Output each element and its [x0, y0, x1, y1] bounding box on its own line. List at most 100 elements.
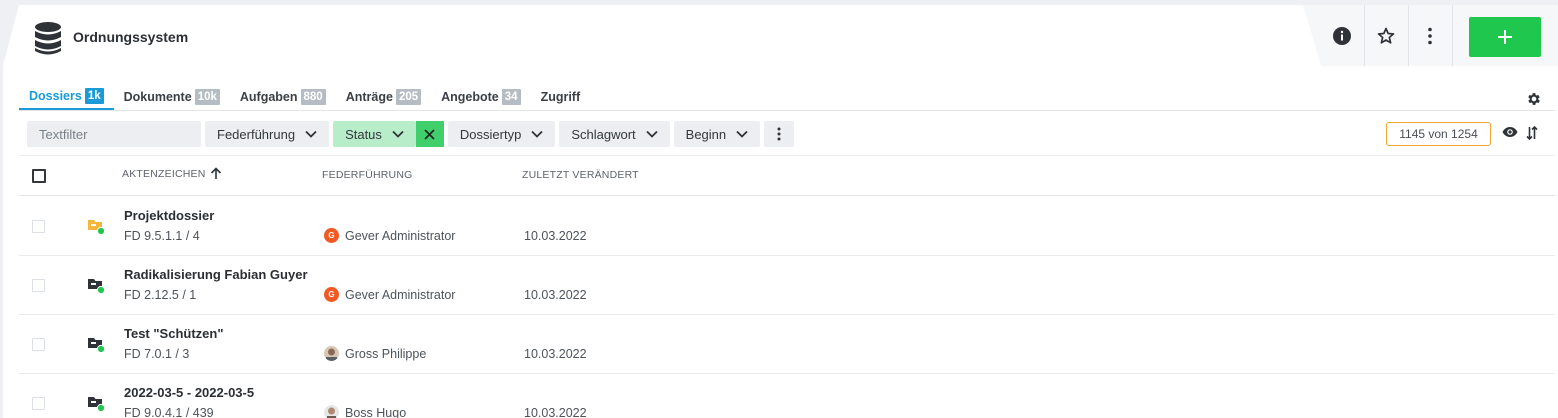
divider [1364, 5, 1365, 66]
reference-number: FD 7.0.1 / 3 [124, 347, 190, 361]
tab-label: Anträge [345, 89, 393, 104]
filter-status[interactable]: Status [333, 121, 416, 147]
column-header-federfuehrung[interactable]: FEDERFÜHRUNG [322, 169, 412, 181]
add-button[interactable] [1469, 17, 1541, 57]
filter-label: Beginn [685, 126, 727, 142]
table-row[interactable]: Projektdossier FD 9.5.1.1 / 4 G Gever Ad… [19, 197, 1555, 256]
star-icon [1377, 27, 1395, 44]
responsible-user: Gross Philippe [324, 346, 426, 361]
modified-date: 10.03.2022 [524, 406, 587, 418]
modified-date: 10.03.2022 [524, 347, 587, 361]
dossier-folder-icon [88, 220, 105, 235]
dossier-folder-icon [88, 397, 105, 412]
user-name: Gever Administrator [345, 228, 456, 243]
table-row[interactable]: 2022-03-5 - 2022-03-5 FD 9.0.4.1 / 439 B… [19, 374, 1555, 418]
row-checkbox[interactable] [32, 338, 45, 351]
divider [1408, 5, 1409, 66]
filter-label: Federführung [217, 126, 296, 142]
dossier-folder-icon [88, 279, 105, 294]
tab-count: 34 [501, 88, 521, 105]
column-header-aktenzeichen[interactable]: AKTENZEICHEN [122, 167, 222, 180]
tab-label: Aufgaben [239, 89, 298, 104]
clear-status-filter-button[interactable] [415, 121, 444, 147]
modified-date: 10.03.2022 [524, 229, 587, 243]
column-header-zuletzt-veraendert[interactable]: ZULETZT VERÄNDERT [522, 169, 639, 181]
chevron-down-icon [531, 130, 543, 138]
tab-count: 1k [84, 87, 104, 104]
dossier-folder-icon [88, 338, 105, 353]
user-name: Boss Hugo [345, 405, 407, 418]
chevron-down-icon [736, 130, 748, 138]
reference-number: FD 9.5.1.1 / 4 [124, 229, 200, 243]
dossier-title-link[interactable]: 2022-03-5 - 2022-03-5 [124, 385, 254, 400]
row-checkbox[interactable] [32, 279, 45, 292]
responsible-user: Boss Hugo [324, 405, 406, 418]
main-panel: Ordnungssystem Dossiers 1k Dokumente 10k… [3, 5, 1558, 418]
avatar: G [324, 287, 339, 302]
filter-federfuehrung[interactable]: Federführung [205, 121, 330, 147]
more-vertical-icon [777, 127, 781, 141]
row-checkbox[interactable] [32, 397, 45, 410]
avatar [324, 346, 339, 361]
database-icon [35, 22, 61, 55]
chevron-down-icon [646, 130, 658, 138]
tab-count: 880 [300, 88, 326, 105]
reference-number: FD 2.12.5 / 1 [124, 288, 197, 302]
filter-label: Schlagwort [571, 126, 636, 142]
table-header: AKTENZEICHEN FEDERFÜHRUNG ZULETZT VERÄND… [19, 156, 1555, 196]
filter-beginn[interactable]: Beginn [673, 121, 761, 147]
filter-schlagwort[interactable]: Schlagwort [559, 121, 670, 147]
tab-label: Dossiers [29, 88, 82, 103]
tab-bar: Dossiers 1k Dokumente 10k Aufgaben 880 Antr… [19, 83, 590, 113]
select-all-checkbox[interactable] [32, 169, 46, 183]
divider [19, 110, 1555, 111]
plus-icon [1498, 30, 1512, 44]
tab-label: Dokumente [123, 89, 192, 104]
sort-icon[interactable] [1526, 126, 1538, 140]
dossier-title-link[interactable]: Projektdossier [124, 208, 214, 223]
divider [1452, 5, 1453, 66]
avatar [324, 405, 339, 418]
gear-icon[interactable] [1526, 91, 1542, 107]
result-count-badge: 1145 von 1254 [1386, 122, 1491, 146]
filter-dossiertyp[interactable]: Dossiertyp [447, 121, 556, 147]
page-title: Ordnungssystem [73, 29, 189, 45]
tab-count: 205 [395, 88, 422, 105]
chevron-down-icon [305, 130, 317, 138]
chevron-down-icon [392, 130, 404, 138]
filter-label: Status [345, 126, 382, 142]
tab-dokumente[interactable]: Dokumente 10k [114, 83, 230, 110]
table-row[interactable]: Test "Schützen" FD 7.0.1 / 3 Gross Phili… [19, 315, 1555, 374]
filter-bar: Federführung Status Dossiertyp Schlagwor… [27, 121, 795, 147]
row-checkbox[interactable] [32, 220, 45, 233]
tab-aufgaben[interactable]: Aufgaben 880 [230, 83, 336, 110]
user-name: Gross Philippe [345, 346, 427, 361]
table-row[interactable]: Radikalisierung Fabian Guyer FD 2.12.5 /… [19, 256, 1555, 315]
avatar: G [324, 228, 339, 243]
responsible-user: G Gever Administrator [324, 228, 455, 243]
dossier-title-link[interactable]: Test "Schützen" [124, 326, 224, 341]
modified-date: 10.03.2022 [524, 288, 587, 302]
reference-number: FD 9.0.4.1 / 439 [124, 406, 214, 418]
more-actions-button[interactable] [1410, 16, 1450, 56]
more-vertical-icon [1428, 27, 1432, 45]
arrow-up-icon [210, 167, 221, 179]
tab-label: Zugriff [540, 89, 581, 104]
tab-count: 10k [194, 88, 220, 105]
eye-icon[interactable] [1502, 126, 1518, 138]
text-filter-input[interactable] [27, 121, 201, 147]
info-icon [1333, 27, 1351, 45]
tab-angebote[interactable]: Angebote 34 [431, 83, 530, 110]
info-button[interactable] [1322, 16, 1362, 56]
dossier-title-link[interactable]: Radikalisierung Fabian Guyer [124, 267, 308, 282]
filter-label: Dossiertyp [459, 126, 522, 142]
tab-label: Angebote [441, 89, 499, 104]
tab-dossiers[interactable]: Dossiers 1k [19, 83, 114, 110]
responsible-user: G Gever Administrator [324, 287, 455, 302]
favorite-button[interactable] [1366, 16, 1406, 56]
user-name: Gever Administrator [345, 287, 456, 302]
close-icon [424, 128, 436, 140]
more-filters-button[interactable] [764, 121, 795, 147]
tab-zugriff[interactable]: Zugriff [531, 83, 591, 110]
tab-antraege[interactable]: Anträge 205 [336, 83, 431, 110]
